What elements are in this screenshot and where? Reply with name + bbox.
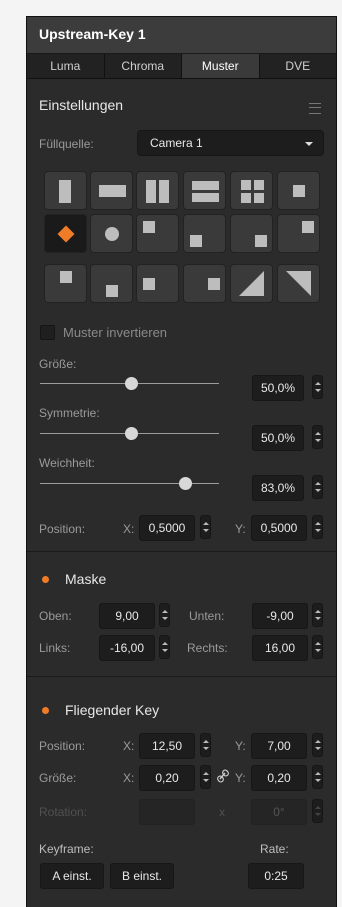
symmetry-stepper[interactable] [312,425,323,449]
mask-enable-indicator[interactable] [42,576,49,583]
keyframe-label: Keyframe: [39,842,94,856]
flying-key-label: Fliegender Key [65,702,160,718]
right-center-icon[interactable] [183,264,226,303]
diamond-iris-icon[interactable] [44,214,87,253]
softness-stepper[interactable] [312,475,323,499]
position-y-field[interactable]: 0,5000 [251,515,307,541]
softness-value-field[interactable]: 83,0% [252,475,304,501]
softness-label: Weichheit: [39,456,95,470]
flying-position-x-stepper[interactable] [200,733,211,757]
mask-top-field[interactable]: 9,00 [99,603,155,629]
upstream-key-panel: Upstream-Key 1 Luma Chroma Muster DVE Ei… [26,16,337,907]
flying-position-y-label: Y: [235,739,246,753]
vertical-split-icon[interactable] [136,171,179,210]
panel-header: Upstream-Key 1 [27,17,336,54]
mask-left-label: Links: [39,641,71,655]
mask-top-label: Oben: [39,609,72,623]
rotation-value-field: 0° [251,799,307,825]
link-icon[interactable] [217,768,229,784]
flying-size-x-field[interactable]: 0,20 [139,765,195,791]
diagonal-left-icon[interactable] [230,264,273,303]
flying-position-y-field[interactable]: 7,00 [251,733,307,759]
mask-bottom-stepper[interactable] [312,603,323,627]
size-stepper[interactable] [312,375,323,399]
rotation-stepper [312,799,323,823]
position-y-stepper[interactable] [312,515,323,539]
position-x-label: X: [123,522,135,536]
flying-position-label: Position: [39,739,86,753]
position-label: Position: [39,522,86,536]
mask-bottom-label: Unten: [189,609,225,623]
rotation-disabled-field [139,799,195,825]
divider [27,551,336,552]
rate-value-field[interactable]: 0:25 [248,863,304,889]
set-a-button[interactable]: A einst. [40,863,104,889]
top-left-corner-icon[interactable] [44,264,87,303]
flying-position-x-field[interactable]: 12,50 [139,733,195,759]
tab-luma[interactable]: Luma [27,54,105,78]
flying-size-y-stepper[interactable] [312,765,323,789]
bottom-right-box-icon[interactable] [230,214,273,253]
position-x-stepper[interactable] [200,515,211,539]
size-slider-knob[interactable] [125,377,138,390]
left-box-icon[interactable] [44,171,87,210]
rotation-label: Rotation: [39,805,88,819]
mask-top-stepper[interactable] [159,603,170,627]
mask-right-label: Rechts: [187,641,228,655]
symmetry-value-field[interactable]: 50,0% [252,425,304,451]
panel-title: Upstream-Key 1 [39,26,146,42]
mask-right-field[interactable]: 16,00 [252,635,308,661]
divider [27,676,336,677]
mask-label: Maske [65,571,107,587]
size-value-field[interactable]: 50,0% [252,375,304,401]
position-x-field[interactable]: 0,5000 [139,515,195,541]
size-label: Größe: [39,357,77,371]
flying-size-x-stepper[interactable] [200,765,211,789]
tab-muster[interactable]: Muster [182,54,260,78]
center-box-icon[interactable] [277,171,320,210]
horizontal-bar-icon[interactable] [90,171,133,210]
symmetry-slider-knob[interactable] [125,427,138,440]
flying-position-x-label: X: [123,739,135,753]
bottom-center-icon[interactable] [90,264,133,303]
fill-source-value: Camera 1 [150,136,203,150]
position-y-label: Y: [235,522,246,536]
fill-source-dropdown[interactable]: Camera 1 [137,130,324,156]
rate-label: Rate: [260,842,289,856]
settings-heading: Einstellungen [39,97,124,113]
flying-size-y-field[interactable]: 0,20 [251,765,307,791]
diagonal-right-icon[interactable] [277,264,320,303]
center-square-icon[interactable] [136,264,179,303]
mask-right-stepper[interactable] [312,635,323,659]
bottom-left-box-icon[interactable] [183,214,226,253]
flying-key-enable-indicator[interactable] [42,707,49,714]
mask-left-stepper[interactable] [159,635,170,659]
menu-icon[interactable] [309,103,321,114]
invert-pattern-label: Muster invertieren [63,325,168,340]
tab-dve[interactable]: DVE [260,54,337,78]
set-b-button[interactable]: B einst. [110,863,174,889]
chevron-down-icon [305,142,313,146]
horizontal-split-icon[interactable] [183,171,226,210]
fill-source-label: Füllquelle: [39,137,94,151]
flying-position-y-stepper[interactable] [312,733,323,757]
invert-pattern-checkbox[interactable] [40,325,55,340]
flying-size-x-label: X: [123,771,135,785]
mask-bottom-field[interactable]: -9,00 [252,603,308,629]
tab-bar: Luma Chroma Muster DVE [27,54,336,79]
symmetry-label: Symmetrie: [39,406,100,420]
softness-slider-knob[interactable] [179,477,192,490]
softness-slider-track[interactable] [40,483,219,484]
top-left-box-icon[interactable] [136,214,179,253]
four-box-icon[interactable] [230,171,273,210]
tab-chroma[interactable]: Chroma [105,54,182,78]
flying-size-label: Größe: [39,771,77,785]
rotation-x-label: x [219,805,225,819]
mask-left-field[interactable]: -16,00 [99,635,155,661]
circle-iris-icon[interactable] [90,214,133,253]
top-right-box-icon[interactable] [277,214,320,253]
flying-size-y-label: Y: [235,771,246,785]
